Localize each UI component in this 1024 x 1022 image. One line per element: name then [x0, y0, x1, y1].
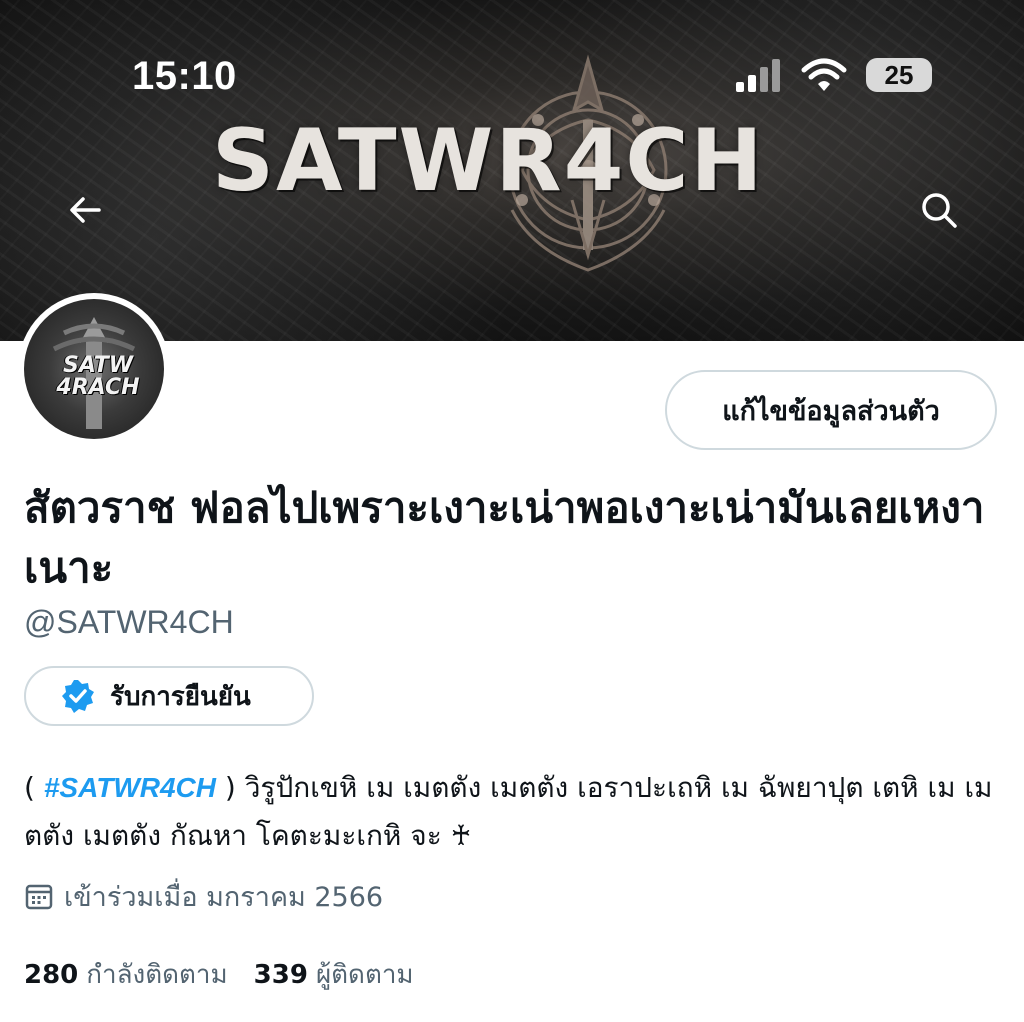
bio-open-paren: (: [24, 771, 44, 804]
signal-icon: [736, 59, 780, 92]
avatar[interactable]: SATW 4RACH: [18, 293, 170, 445]
avatar-label: SATW 4RACH: [38, 355, 158, 399]
profile-screen: SATWR4CH 15:10 25 SATW 4RACH แก้ไขข้อมูล…: [0, 0, 1024, 1022]
followers-link[interactable]: 339 ผู้ติดตาม: [254, 954, 414, 995]
wifi-icon: [801, 58, 847, 91]
arrow-left-icon: [70, 197, 101, 223]
followers-label: ผู้ติดตาม: [315, 959, 414, 990]
display-name: สัตวราช ฟอลไปเพราะเงาะเน่าพอเงาะเน่ามันเ…: [24, 483, 985, 592]
bio-hashtag-link[interactable]: #SATWR4CH: [44, 772, 216, 803]
followers-count: 339: [253, 959, 308, 990]
edit-profile-button[interactable]: แก้ไขข้อมูลส่วนตัว: [665, 370, 997, 450]
following-count: 280: [24, 959, 79, 990]
battery-icon: 25: [866, 58, 932, 92]
following-label: กำลังติดตาม: [86, 959, 228, 990]
search-button[interactable]: [909, 180, 969, 240]
get-verified-label: รับการยืนยัน: [110, 681, 251, 712]
search-icon: [922, 193, 957, 228]
user-handle: @SATWR4CH: [24, 604, 234, 640]
avatar-label-line2: 4RACH: [56, 375, 140, 400]
get-verified-button[interactable]: รับการยืนยัน: [24, 666, 314, 726]
back-button[interactable]: [55, 180, 115, 240]
following-link[interactable]: 280 กำลังติดตาม: [24, 954, 228, 995]
status-time: 15:10: [132, 54, 237, 98]
profile-bio: ( #SATWR4CH ) วิรูปักเขหิ เม เมตตัง เมตต…: [24, 764, 1004, 860]
profile-banner[interactable]: SATWR4CH 15:10 25: [0, 0, 1024, 341]
avatar-label-line1: SATW: [62, 353, 134, 378]
joined-date-label: เข้าร่วมเมื่อ มกราคม 2566: [64, 881, 384, 913]
avatar-image: SATW 4RACH: [24, 299, 164, 439]
joined-date: เข้าร่วมเมื่อ มกราคม 2566: [24, 876, 383, 916]
calendar-icon: [25, 884, 53, 910]
verified-badge-icon: [62, 680, 94, 713]
banner-title: SATWR4CH: [212, 111, 765, 211]
follow-stats: 280 กำลังติดตาม 339 ผู้ติดตาม: [24, 952, 440, 996]
